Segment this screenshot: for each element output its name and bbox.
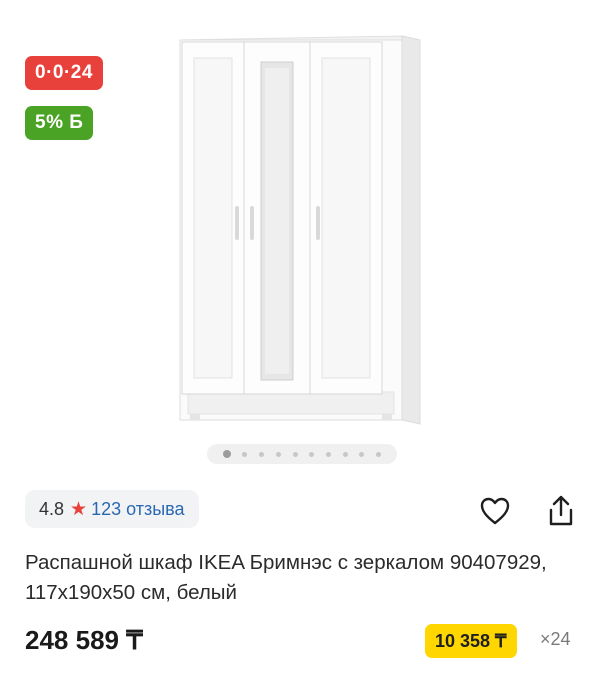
product-gallery[interactable]: 0·0·24 5% Б: [0, 0, 602, 470]
bonus-badge: 5% Б: [25, 106, 94, 140]
gallery-dot[interactable]: [342, 451, 348, 457]
gallery-pagination[interactable]: [207, 444, 397, 464]
installment-months: ×24: [540, 629, 571, 649]
rating-value: 4.8: [39, 498, 65, 519]
gallery-dot[interactable]: [222, 450, 231, 458]
gallery-dot[interactable]: [242, 451, 248, 457]
gallery-dot[interactable]: [326, 451, 332, 457]
gallery-dot[interactable]: [376, 451, 382, 457]
product-image[interactable]: [170, 28, 432, 430]
gallery-dot[interactable]: [275, 451, 281, 457]
heart-icon: [480, 497, 510, 525]
gallery-dot[interactable]: [309, 451, 315, 457]
product-title: Распашной шкаф IKEA Бримнэс с зеркалом 9…: [25, 551, 547, 604]
reviews-link[interactable]: 123 отзыва: [91, 499, 184, 520]
share-icon: [549, 495, 573, 526]
gallery-dot[interactable]: [259, 451, 265, 457]
gallery-dot[interactable]: [292, 451, 298, 457]
monthly-payment-badge[interactable]: 10 358 ₸: [425, 624, 517, 658]
gallery-dot[interactable]: [359, 451, 365, 457]
star-icon: ★: [70, 498, 88, 520]
favorite-button[interactable]: [476, 492, 514, 530]
installment-badge: 0·0·24: [25, 56, 103, 90]
rating-reviews-pill[interactable]: 4.8 ★ 123 отзыва: [25, 490, 199, 528]
product-price: 248 589 ₸: [25, 625, 143, 655]
share-button[interactable]: [542, 492, 580, 530]
